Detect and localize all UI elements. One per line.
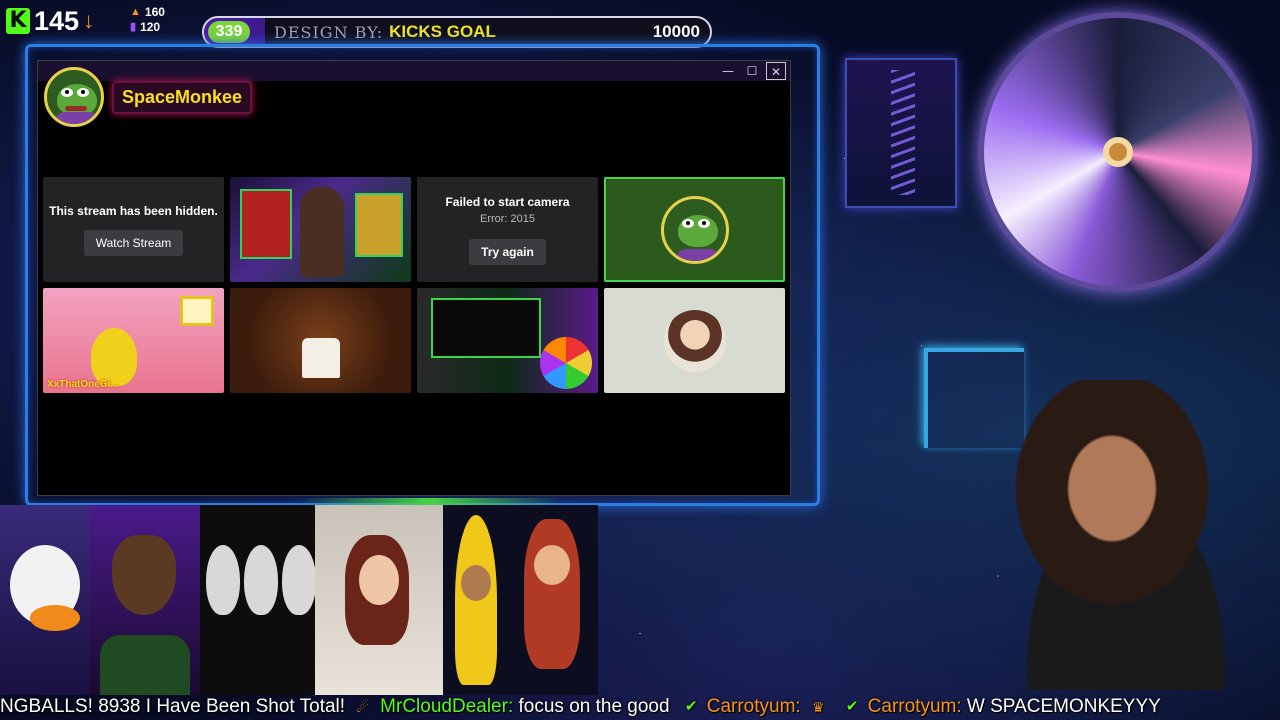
participant-grid: This stream has been hidden. Watch Strea…	[43, 177, 787, 393]
mouth-icon	[65, 106, 87, 111]
check-badge-icon: ✔	[684, 698, 698, 715]
crown-emote-icon: ♛	[811, 699, 825, 715]
goal-watermark: DESIGN BY:	[274, 22, 384, 42]
check-badge-icon: ✔	[845, 698, 859, 715]
bearded-avatar	[508, 505, 598, 695]
user-header: SpaceMonkee	[44, 67, 253, 127]
stream-tile[interactable]	[230, 177, 411, 282]
ticker-message: focus on the good	[518, 696, 670, 717]
emote-icon: ☄	[356, 699, 369, 715]
speaking-user-tile[interactable]	[604, 177, 785, 282]
hidden-stream-tile: This stream has been hidden. Watch Strea…	[43, 177, 224, 282]
goal-target: 10000	[652, 22, 700, 41]
toast-character	[302, 338, 340, 378]
eye-icon	[61, 88, 73, 97]
eye-icon	[77, 88, 89, 97]
eye-icon	[681, 218, 694, 228]
goal-name: KICKS GOAL	[389, 22, 496, 41]
stat-b: 120	[140, 20, 161, 34]
hidden-stream-text: This stream has been hidden.	[49, 203, 218, 218]
game-screen	[431, 298, 541, 358]
kick-count: 145	[34, 5, 80, 36]
minimize-button[interactable]: —	[718, 62, 738, 80]
arrow-down-icon: ↓	[83, 8, 95, 33]
username: SpaceMonkee	[112, 80, 253, 114]
shirt-icon	[675, 248, 720, 261]
disc-center	[1103, 137, 1133, 167]
mini-stats: ▲ 160 ▮ 120	[130, 5, 165, 35]
banana-man-avatar	[443, 505, 508, 695]
chat-ticker: NGBALLS! 8938 I Have Been Shot Total! ☄ …	[0, 694, 1280, 720]
overlay-panel	[355, 193, 403, 257]
camera-error-tile: Failed to start camera Error: 2015 Try a…	[417, 177, 598, 282]
stream-tile[interactable]	[417, 288, 598, 393]
girl-avatar	[315, 505, 443, 695]
watch-stream-button[interactable]: Watch Stream	[83, 229, 184, 256]
stream-tile[interactable]: XxThatOneGi...	[43, 288, 224, 393]
user-photo-tile[interactable]	[604, 288, 785, 393]
ticker-message: NGBALLS! 8938 I Have Been Shot Total!	[0, 696, 346, 717]
stream-label: XxThatOneGi...	[47, 379, 119, 390]
kick-counter: K 145 ↓	[6, 4, 126, 38]
maximize-button[interactable]: ☐	[742, 62, 762, 80]
ticker-user: Carrotyum:	[867, 696, 962, 717]
avatar-strip	[0, 505, 600, 695]
duck-avatar	[0, 505, 90, 695]
stream-tile[interactable]	[230, 288, 411, 393]
picture-frame	[180, 296, 214, 326]
banana-costume	[91, 328, 137, 386]
shirt-icon	[55, 112, 99, 124]
streamer-figure	[300, 187, 344, 277]
bars-icon: ▮	[130, 21, 137, 33]
weedy-avatar	[90, 505, 200, 695]
camera-error-title: Failed to start camera	[445, 194, 570, 209]
alien-icon	[282, 545, 315, 615]
streamer-webcam	[1000, 380, 1280, 690]
ticker-user: Carrotyum:	[706, 696, 801, 717]
ticker-message: W SPACEMONKEYYY	[966, 696, 1161, 717]
goal-title: DESIGN BY: KICKS GOAL	[274, 21, 574, 43]
stat-a: 160	[144, 5, 165, 19]
avatar	[660, 195, 729, 264]
eye-icon	[697, 218, 710, 228]
goal-current: 339	[208, 21, 250, 43]
prize-wheel-icon	[540, 337, 592, 389]
aliens-avatar	[200, 505, 315, 695]
dna-panel	[845, 58, 957, 208]
camera-error-code: Error: 2015	[479, 212, 536, 225]
flame-icon: ▲	[130, 6, 141, 18]
ticker-user: MrCloudDealer:	[380, 696, 514, 717]
alien-icon	[206, 545, 240, 615]
avatar[interactable]	[44, 67, 104, 127]
avatar	[663, 309, 726, 372]
kick-logo-icon: K	[6, 8, 30, 34]
alien-icon	[244, 545, 278, 615]
close-button[interactable]: ✕	[766, 62, 786, 80]
overlay-panel	[240, 189, 292, 259]
voice-call-window: — ☐ ✕ SpaceMonkee This stream has been h…	[37, 60, 791, 496]
window-controls: — ☐ ✕	[718, 61, 786, 81]
try-again-button[interactable]: Try again	[469, 238, 546, 265]
